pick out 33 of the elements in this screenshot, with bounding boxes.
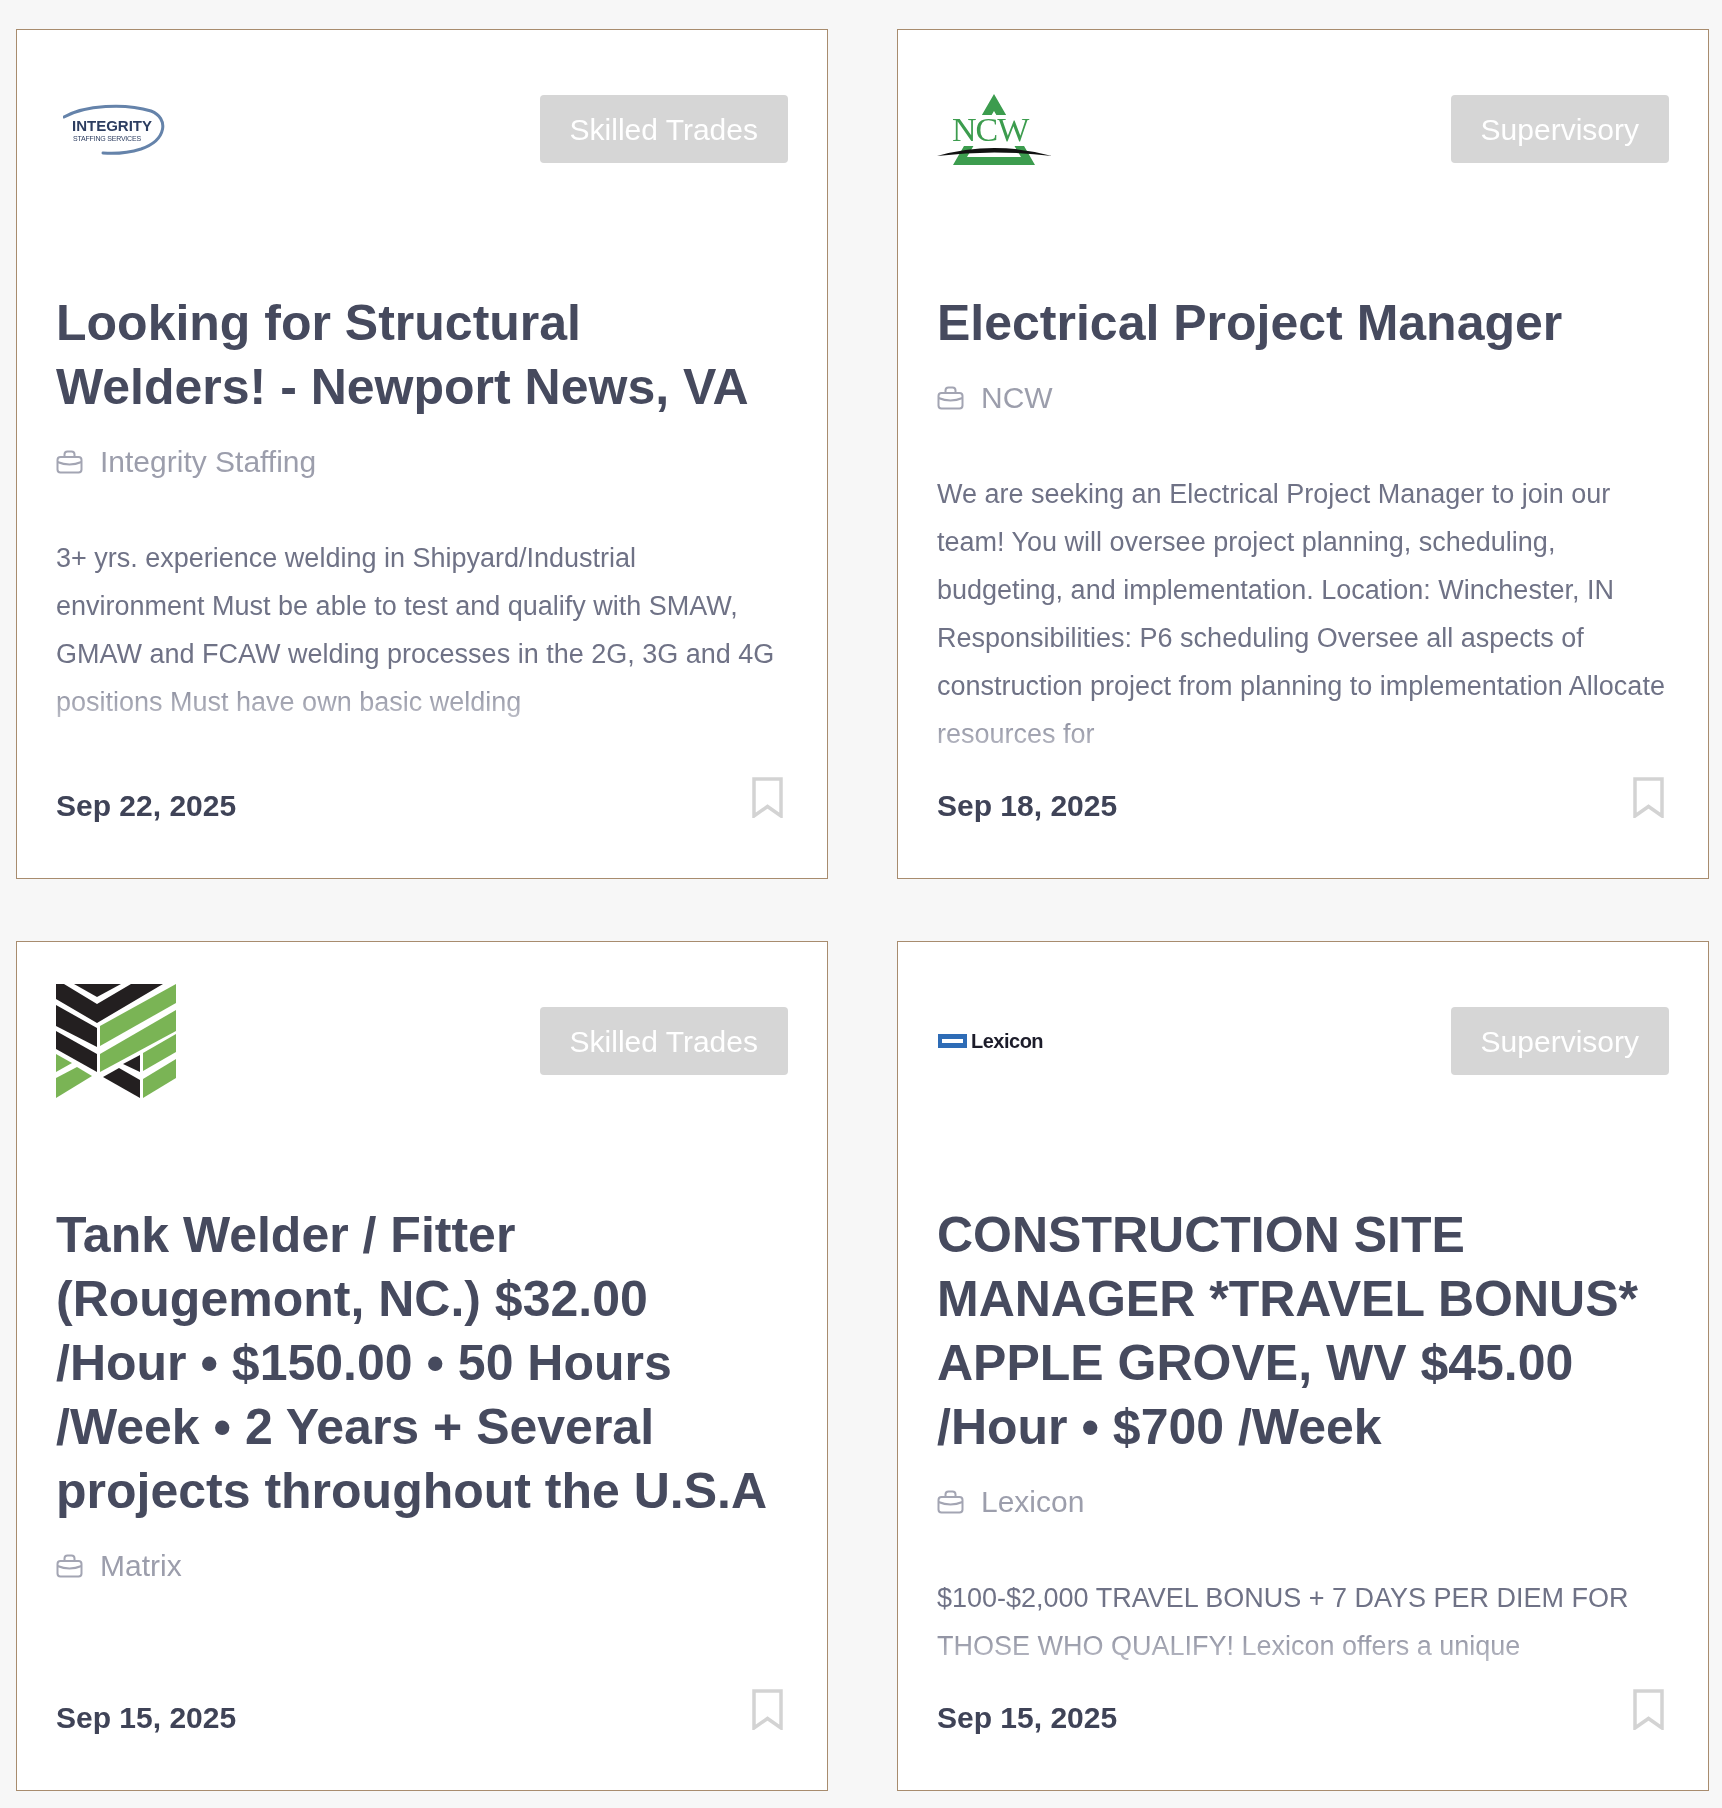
- bookmark-icon[interactable]: [1633, 1689, 1664, 1730]
- striped-chevron-icon: [56, 984, 176, 1098]
- job-card[interactable]: [16, 29, 828, 879]
- posted-date: Sep 15, 2025: [56, 1700, 237, 1736]
- briefcase-icon: [937, 386, 964, 410]
- bars-icon: [938, 1034, 967, 1048]
- briefcase-icon: [937, 1490, 964, 1514]
- posted-date: Sep 18, 2025: [937, 788, 1118, 824]
- job-description: We are seeking an Electrical Project Manager to join our team! You will oversee project planning, scheduling, budgeting, and implementation. Location: Winchester, IN Responsibilities: P6 scheduling Oversee all aspects of construction project from planning to implementation Allocate resources for: [937, 478, 1666, 751]
- job-card[interactable]: [897, 941, 1709, 1791]
- job-title: Tank Welder / Fitter (Rougemont, NC.) $32.00 /Hour • $150.00 • 50 Hours /Week • 2 Years + Several projects throughout the U.S.A: [56, 1206, 769, 1521]
- posted-date: Sep 15, 2025: [937, 1700, 1118, 1736]
- bookmark-icon[interactable]: [752, 777, 783, 818]
- job-title: CONSTRUCTION SITE MANAGER *TRAVEL BONUS* APPLE GROVE, WV $45.00 /Hour • $700 /Week: [937, 1206, 1639, 1457]
- logo-wordmark: NCW: [952, 112, 1029, 147]
- company-name: NCW: [981, 380, 1053, 416]
- posted-date: Sep 22, 2025: [56, 788, 237, 824]
- job-description: $100-$2,000 TRAVEL BONUS + 7 DAYS PER DIEM FOR THOSE WHO QUALIFY! Lexicon offers a unique: [937, 1582, 1630, 1663]
- company-name: Integrity Staffing: [100, 444, 317, 480]
- swoosh-icon: [63, 103, 167, 155]
- job-title: Looking for Structural Welders! - Newport News, VA: [56, 294, 750, 417]
- logo-wordmark: INTEGRITY: [72, 117, 152, 133]
- bookmark-icon[interactable]: [1633, 777, 1664, 818]
- job-title: Electrical Project Manager: [937, 294, 1564, 353]
- company-name: Lexicon: [981, 1484, 1085, 1520]
- briefcase-icon: [56, 1554, 83, 1578]
- briefcase-icon: [56, 450, 83, 474]
- job-description: 3+ yrs. experience welding in Shipyard/Industrial environment Must be able to test and qualify with SMAW, GMAW and FCAW welding processes in the 2G, 3G and 4G positions Must have own basic welding: [56, 542, 776, 719]
- logo-wordmark: Lexicon: [971, 1031, 1044, 1051]
- job-card[interactable]: [897, 29, 1709, 879]
- company-name: Matrix: [100, 1548, 182, 1584]
- bookmark-icon[interactable]: [752, 1689, 783, 1730]
- triangle-swoosh-icon: [937, 93, 1052, 165]
